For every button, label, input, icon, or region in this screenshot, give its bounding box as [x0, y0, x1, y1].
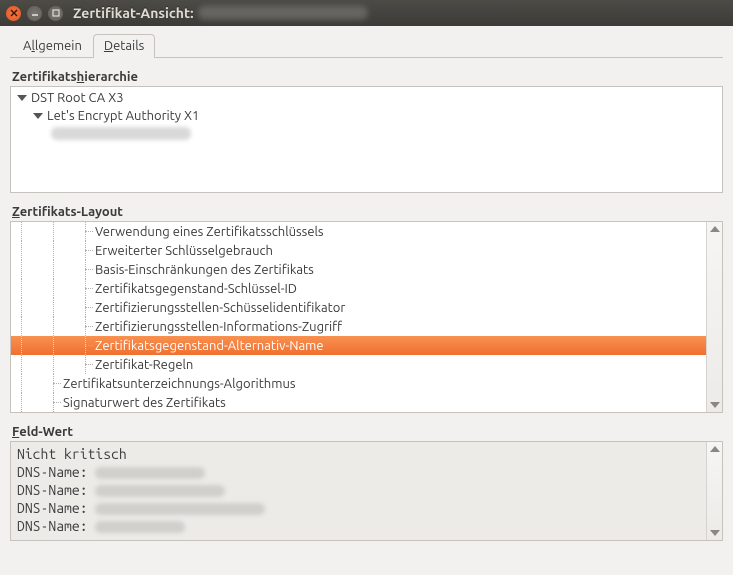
window-title: Zertifikat-Ansicht: [73, 5, 194, 21]
hierarchy-row-intermediate[interactable]: Let's Encrypt Authority X1 [11, 107, 722, 125]
fieldvalue-label: Feld-Wert [12, 425, 723, 439]
chevron-down-icon [17, 95, 27, 101]
layout-scrollbar[interactable] [706, 222, 722, 412]
layout-tree-item-label: Zertifizierungsstellen-Schüsselidentifik… [95, 301, 345, 315]
hierarchy-item-redacted [51, 127, 191, 140]
layout-tree-row[interactable]: Zertifikatsgegenstand-Alternativ-Name [11, 336, 706, 355]
layout-tree-row[interactable]: Zertifizierungsstellen-Informations-Zugr… [11, 317, 706, 336]
layout-tree-row[interactable]: Zertifikatsgegenstand-Schlüssel-ID [11, 279, 706, 298]
layout-panel: Verwendung eines Zertifikatsschlüssels Er… [10, 221, 723, 413]
tab-details[interactable]: Details [93, 34, 155, 58]
window-titlebar: Zertifikat-Ansicht: [0, 0, 733, 26]
fieldvalue-line: DNS-Name: [17, 499, 704, 517]
hierarchy-panel[interactable]: DST Root CA X3 Let's Encrypt Authority X… [10, 86, 723, 193]
window-close-button[interactable] [6, 6, 21, 21]
fieldvalue-line: Nicht kritisch [17, 445, 704, 463]
layout-tree-item-label: Zertifikatsunterzeichnungs-Algorithmus [63, 377, 296, 391]
layout-tree-row[interactable]: Zertifikatsunterzeichnungs-Algorithmus [11, 374, 706, 393]
layout-tree-row[interactable]: Verwendung eines Zertifikatsschlüssels [11, 222, 706, 241]
tab-bar: Allgemein Details [10, 34, 723, 58]
hierarchy-item-label: DST Root CA X3 [31, 91, 124, 105]
layout-tree[interactable]: Verwendung eines Zertifikatsschlüssels Er… [11, 222, 706, 412]
layout-tree-row[interactable]: Signaturwert des Zertifikats [11, 393, 706, 412]
layout-tree-item-label: Zertifikatsgegenstand-Alternativ-Name [95, 339, 324, 353]
scroll-up-icon [710, 446, 720, 452]
layout-tree-row[interactable]: Basis-Einschränkungen des Zertifikats [11, 260, 706, 279]
layout-tree-item-label: Erweiterter Schlüsselgebrauch [95, 244, 273, 258]
fieldvalue-text: Nicht kritisch DNS-Name: DNS-Name: DNS-N… [17, 445, 704, 537]
window-minimize-button[interactable] [27, 6, 42, 21]
layout-tree-item-label: Basis-Einschränkungen des Zertifikats [95, 263, 314, 277]
hierarchy-row-leaf[interactable] [11, 125, 722, 142]
layout-tree-row[interactable]: Erweiterter Schlüsselgebrauch [11, 241, 706, 260]
scroll-up-icon [710, 226, 720, 232]
layout-tree-item-label: Zertifizierungsstellen-Informations-Zugr… [95, 320, 342, 334]
window-title-redacted [198, 6, 368, 20]
hierarchy-item-label: Let's Encrypt Authority X1 [47, 109, 199, 123]
chevron-down-icon [33, 113, 43, 119]
hierarchy-label: Zertifikatshierarchie [12, 70, 723, 84]
scroll-down-icon [710, 530, 720, 536]
fieldvalue-line: DNS-Name: [17, 481, 704, 499]
layout-tree-item-label: Signaturwert des Zertifikats [63, 396, 226, 410]
window-maximize-button[interactable] [48, 6, 63, 21]
fieldvalue-line: DNS-Name: [17, 463, 704, 481]
layout-label: Zertifikats-Layout [12, 205, 723, 219]
fieldvalue-panel[interactable]: Nicht kritisch DNS-Name: DNS-Name: DNS-N… [10, 441, 723, 541]
layout-tree-row[interactable]: Zertifizierungsstellen-Schüsselidentifik… [11, 298, 706, 317]
layout-tree-item-label: Zertifikat-Regeln [95, 358, 193, 372]
layout-tree-item-label: Verwendung eines Zertifikatsschlüssels [95, 225, 324, 239]
layout-tree-row[interactable]: Zertifikat-Regeln [11, 355, 706, 374]
fieldvalue-scrollbar[interactable] [706, 442, 722, 540]
scroll-down-icon [710, 402, 720, 408]
hierarchy-row-root[interactable]: DST Root CA X3 [11, 89, 722, 107]
layout-tree-item-label: Zertifikatsgegenstand-Schlüssel-ID [95, 282, 297, 296]
tab-general[interactable]: Allgemein [12, 34, 93, 58]
fieldvalue-line: DNS-Name: [17, 517, 704, 535]
